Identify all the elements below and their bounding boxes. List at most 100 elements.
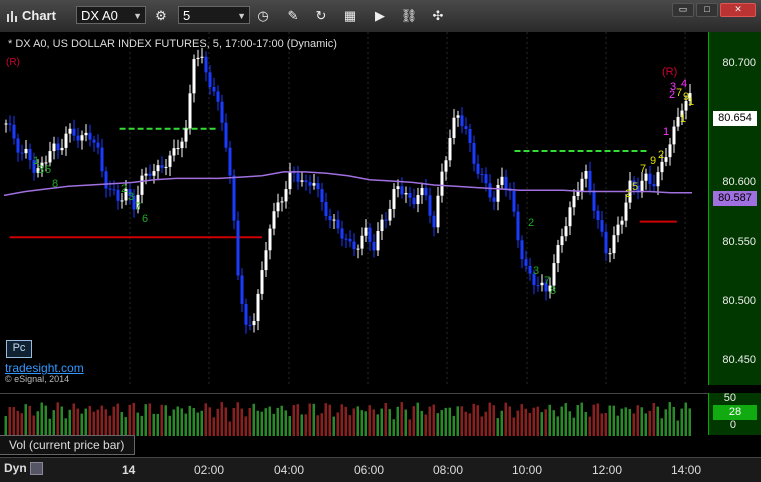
volume-bar xyxy=(20,413,23,436)
play-icon[interactable]: ▶ xyxy=(370,6,390,26)
volume-bar xyxy=(608,405,611,436)
price-bar xyxy=(212,87,216,92)
volume-bar xyxy=(228,421,231,436)
volume-bar xyxy=(44,405,47,436)
volume-bar xyxy=(536,406,539,436)
watermark-link[interactable]: tradesight.com xyxy=(5,361,84,375)
maximize-button[interactable]: □ xyxy=(696,3,718,17)
volume-bar xyxy=(332,416,335,436)
x-tick: 12:00 xyxy=(592,463,623,477)
r-tag-right: (R) xyxy=(662,66,678,78)
volume-bar xyxy=(296,404,299,436)
volume-bar xyxy=(200,410,203,436)
volume-bar xyxy=(132,402,135,436)
volume-bar xyxy=(212,417,215,436)
interval-value: 5 xyxy=(183,8,191,23)
volume-bar xyxy=(368,405,371,436)
price-bar xyxy=(196,57,200,60)
volume-bar xyxy=(684,402,687,436)
volume-bar xyxy=(172,409,175,436)
price-bar xyxy=(264,250,268,271)
dyn-label[interactable]: Dyn xyxy=(4,461,44,476)
volume-bar xyxy=(312,403,315,436)
setup-count-marker: 1 xyxy=(688,96,694,108)
price-bar xyxy=(68,128,72,134)
price-bar xyxy=(596,210,600,221)
gap-icon[interactable]: ▦ xyxy=(340,6,360,26)
volume-bar xyxy=(580,402,583,436)
toolbar: Chart DX A0 ▼ ⚙ 5 ▼ ◷ ✎ ↻ ▦ ▶ ⛓ ✣ ▭ □ ✕ xyxy=(0,0,761,33)
tool-icon[interactable]: ✣ xyxy=(428,6,448,26)
price-bar xyxy=(268,228,272,251)
volume-bar xyxy=(484,411,487,436)
price-bar xyxy=(524,259,528,266)
price-bar xyxy=(316,183,320,190)
volume-bar xyxy=(84,408,87,436)
price-bar xyxy=(204,56,208,73)
volume-bar xyxy=(636,405,639,436)
setup-count-marker: 8 xyxy=(52,178,58,190)
volume-bar xyxy=(568,411,571,436)
volume-bar xyxy=(252,403,255,436)
link-icon[interactable]: ⛓ xyxy=(399,6,419,26)
refresh-icon[interactable]: ↻ xyxy=(311,6,331,26)
restore-button[interactable]: ▭ xyxy=(672,3,694,17)
volume-bar xyxy=(492,405,495,436)
price-bar xyxy=(80,135,84,141)
interval-select[interactable]: 5 ▼ xyxy=(178,6,250,24)
volume-bar xyxy=(344,406,347,436)
price-bar xyxy=(480,173,484,175)
chevron-down-icon[interactable]: ▼ xyxy=(133,7,142,25)
close-button[interactable]: ✕ xyxy=(720,3,756,17)
volume-bar xyxy=(60,406,63,436)
price-bar xyxy=(228,147,232,176)
price-bar xyxy=(140,175,144,195)
volume-pane[interactable] xyxy=(0,393,708,436)
price-bar xyxy=(552,263,556,286)
time-axis[interactable]: 14 02:00 04:00 06:00 08:00 10:00 12:00 1… xyxy=(0,457,761,482)
volume-bar xyxy=(48,418,51,436)
chevron-down-icon[interactable]: ▼ xyxy=(237,7,246,25)
symbol-input[interactable]: DX A0 ▼ xyxy=(76,6,146,24)
setup-count-marker: 4 xyxy=(681,78,687,90)
price-bar xyxy=(336,219,340,229)
pencil-icon[interactable]: ✎ xyxy=(283,6,303,26)
clock-icon[interactable]: ◷ xyxy=(253,6,273,26)
r-tag: (R) xyxy=(6,57,20,68)
price-bar xyxy=(664,157,668,162)
settings-icon[interactable]: ⚙ xyxy=(151,6,171,26)
volume-bar xyxy=(288,416,291,436)
volume-bar xyxy=(560,406,563,436)
price-bar xyxy=(464,126,468,129)
price-bar xyxy=(300,180,304,182)
price-bar xyxy=(108,188,112,190)
volume-bar xyxy=(664,409,667,436)
price-axis[interactable]: 80.700 80.650 80.600 80.550 80.500 80.45… xyxy=(708,32,761,385)
volume-bar xyxy=(348,415,351,436)
x-tick: 14 xyxy=(122,463,136,477)
chart-menu[interactable]: Chart xyxy=(6,8,56,23)
pc-button[interactable]: Pc xyxy=(6,340,32,358)
volume-bar xyxy=(120,411,123,436)
price-bar xyxy=(616,224,620,236)
volume-bar xyxy=(356,406,359,436)
price-bar xyxy=(512,190,516,212)
volume-bar xyxy=(628,409,631,436)
x-tick: 02:00 xyxy=(194,463,225,477)
lock-icon[interactable] xyxy=(30,462,44,476)
volume-bar xyxy=(80,413,83,436)
price-bar xyxy=(396,186,400,190)
last-price-tag: 80.654 xyxy=(713,111,757,126)
volume-bar xyxy=(148,403,151,436)
price-plot[interactable]: 1358237623782579227911134 xyxy=(0,32,708,385)
price-bar xyxy=(156,165,160,172)
setup-count-marker: 2 xyxy=(658,149,664,161)
volume-bar xyxy=(668,402,671,436)
volume-bar xyxy=(456,406,459,436)
volume-bar xyxy=(304,414,307,436)
price-bar xyxy=(284,189,288,202)
volume-study-tab[interactable]: Vol (current price bar) xyxy=(0,435,135,455)
setup-count-marker: 3 xyxy=(38,164,44,176)
setup-count-marker: 1 xyxy=(680,113,686,125)
price-bar xyxy=(600,220,604,232)
